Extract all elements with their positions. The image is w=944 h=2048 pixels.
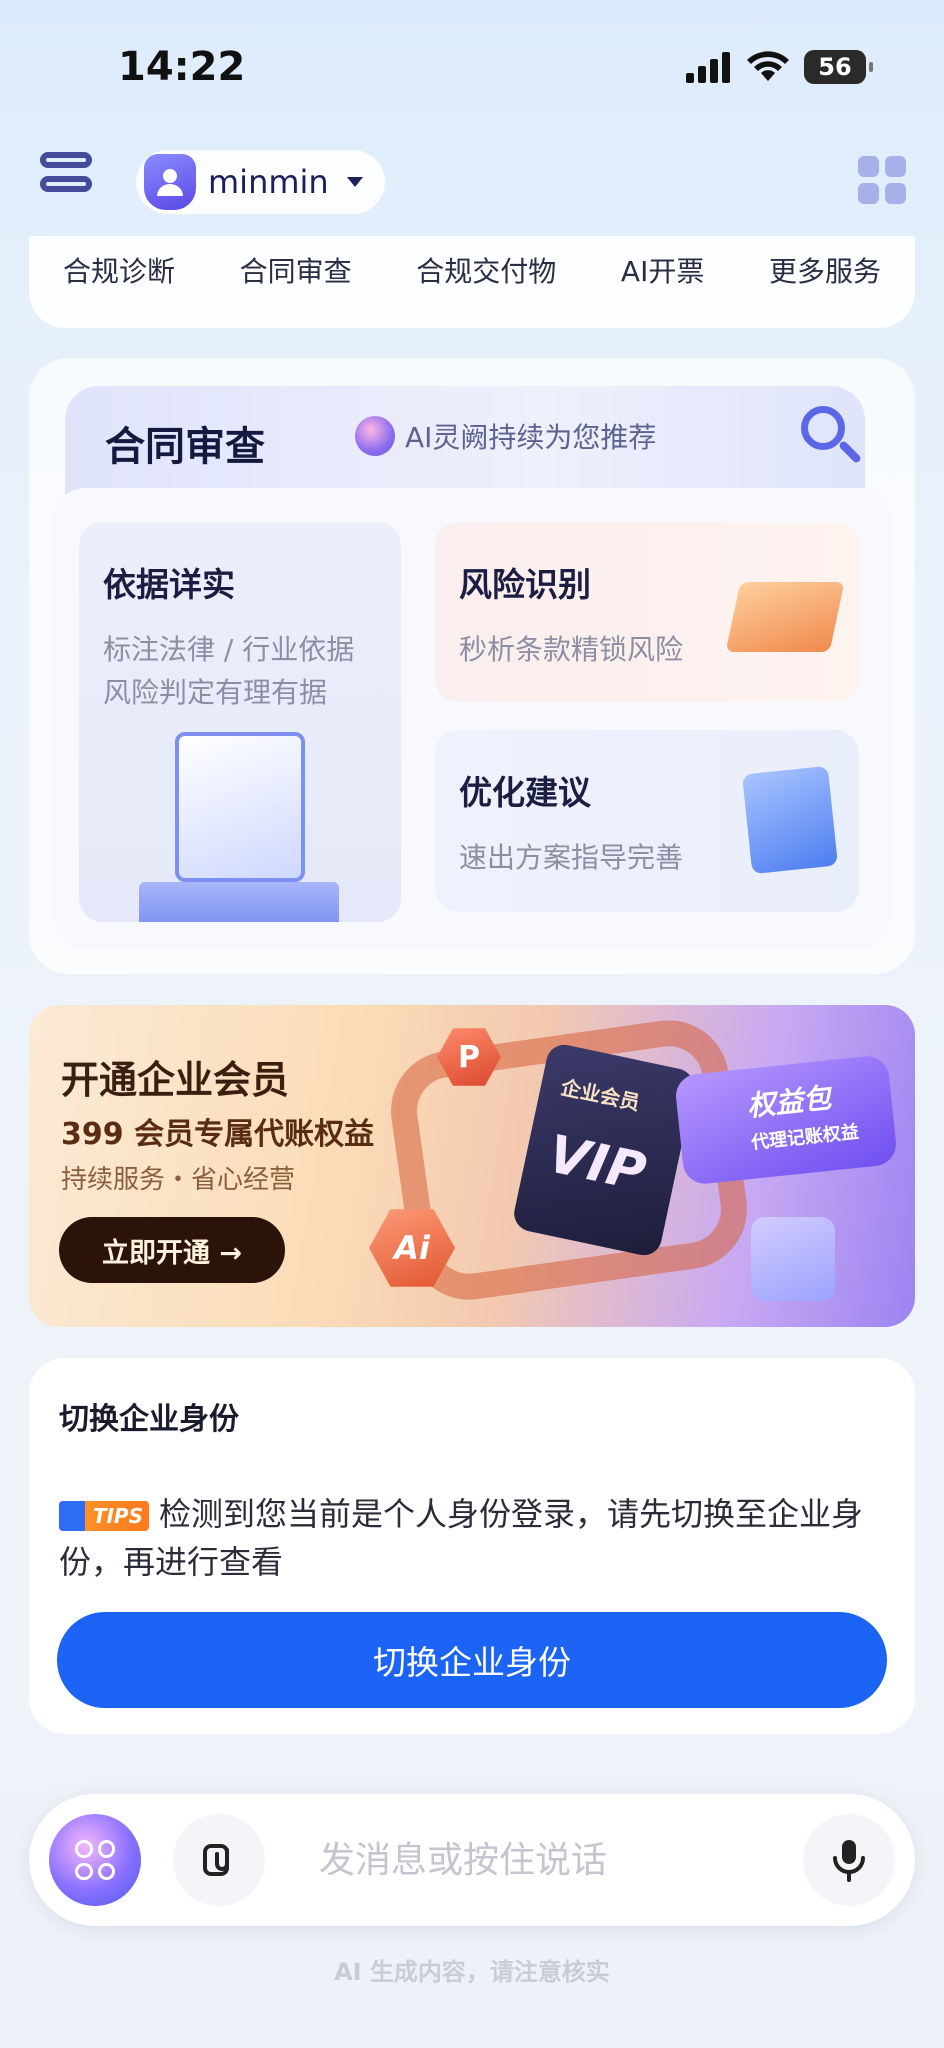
ai-assistant-button[interactable] — [49, 1814, 141, 1906]
feature-basis-desc-1: 标注法律 / 行业依据 — [103, 633, 355, 666]
contract-review-features: 依据详实 标注法律 / 行业依据 风险判定有理有据 风险识别 秒析条款精锁风险 … — [53, 488, 891, 950]
service-tabs: 合规诊断 合同审查 合规交付物 AI开票 更多服务 — [29, 236, 915, 328]
feature-basis-title: 依据详实 — [103, 565, 235, 604]
gift-box-icon — [751, 1217, 835, 1301]
feature-basis-desc-2: 风险判定有理有据 — [103, 676, 328, 709]
contract-review-title: 合同审查 — [105, 424, 265, 470]
contract-review-card[interactable]: 合同审查 AI灵阙持续为您推荐 依据详实 标注法律 / 行业依据 风险判定有理有… — [29, 358, 915, 974]
vip-title: 开通企业会员 — [61, 1058, 290, 1102]
microphone-icon — [833, 1840, 865, 1882]
assistant-grid-icon — [75, 1840, 115, 1880]
switch-identity-button[interactable]: 切换企业身份 — [57, 1612, 887, 1708]
username: minmin — [208, 163, 329, 201]
ai-disclaimer: AI 生成内容，请注意核实 — [334, 1958, 610, 1986]
certificate-illustration — [175, 732, 305, 882]
menu-button[interactable] — [40, 152, 92, 208]
vip-description: 持续服务・省心经营 — [61, 1165, 296, 1195]
status-icons: 56 — [684, 50, 873, 84]
service-tab-compliance-deliverables[interactable]: 合规交付物 — [416, 250, 556, 328]
ai-recommend-text: AI灵阙持续为您推荐 — [405, 421, 657, 454]
pedestal-illustration — [139, 882, 339, 922]
signal-icon — [686, 52, 730, 83]
benefit-pack-badge: 权益包 代理记账权益 — [673, 1054, 899, 1186]
switch-identity-title: 切换企业身份 — [59, 1402, 239, 1437]
ai-orb-icon — [355, 416, 395, 456]
voice-button[interactable] — [803, 1814, 895, 1906]
attachment-icon — [203, 1844, 229, 1876]
feature-optimize[interactable]: 优化建议 速出方案指导完善 — [435, 730, 859, 912]
chat-input-bar — [29, 1794, 915, 1926]
switch-identity-message: 检测到您当前是个人身份登录，请先切换至企业身份，再进行查看 — [59, 1495, 864, 1581]
vip-subtitle: 399 会员专属代账权益 — [61, 1117, 375, 1152]
feature-basis[interactable]: 依据详实 标注法律 / 行业依据 风险判定有理有据 — [79, 522, 401, 922]
attachment-button[interactable] — [173, 1814, 265, 1906]
vip-card-label: 企业会员 — [558, 1074, 642, 1116]
document-illustration — [742, 765, 838, 875]
status-time: 14:22 — [118, 44, 246, 90]
service-tab-compliance-diagnosis[interactable]: 合规诊断 — [63, 250, 175, 328]
apps-grid-button[interactable] — [858, 156, 906, 204]
message-input[interactable] — [319, 1830, 789, 1890]
wifi-icon — [747, 51, 789, 81]
service-tab-ai-invoice[interactable]: AI开票 — [621, 250, 704, 328]
service-tab-contract-review[interactable]: 合同审查 — [240, 250, 352, 328]
service-tab-more[interactable]: 更多服务 — [769, 250, 881, 328]
ai-recommend-tag: AI灵阙持续为您推荐 — [355, 416, 656, 456]
vip-banner[interactable]: 企业会员 VIP P Ai 权益包 代理记账权益 开通企业会员 399 会员专属… — [29, 1005, 915, 1327]
switch-identity-message-block: TIPS 检测到您当前是个人身份登录，请先切换至企业身份，再进行查看 — [59, 1490, 889, 1586]
chevron-down-icon — [346, 177, 363, 187]
battery-icon: 56 — [804, 50, 873, 84]
open-membership-button[interactable]: 立即开通 → — [59, 1217, 285, 1283]
book-illustration — [725, 582, 845, 652]
tips-badge: TIPS — [59, 1501, 149, 1531]
account-switcher[interactable]: minmin — [136, 150, 385, 214]
user-shield-icon — [144, 154, 196, 210]
vip-card-text: VIP — [542, 1124, 651, 1204]
feature-risk[interactable]: 风险识别 秒析条款精锁风险 — [435, 522, 859, 702]
switch-identity-card: 切换企业身份 TIPS 检测到您当前是个人身份登录，请先切换至企业身份，再进行查看… — [29, 1358, 915, 1734]
magnifier-icon — [801, 406, 845, 450]
